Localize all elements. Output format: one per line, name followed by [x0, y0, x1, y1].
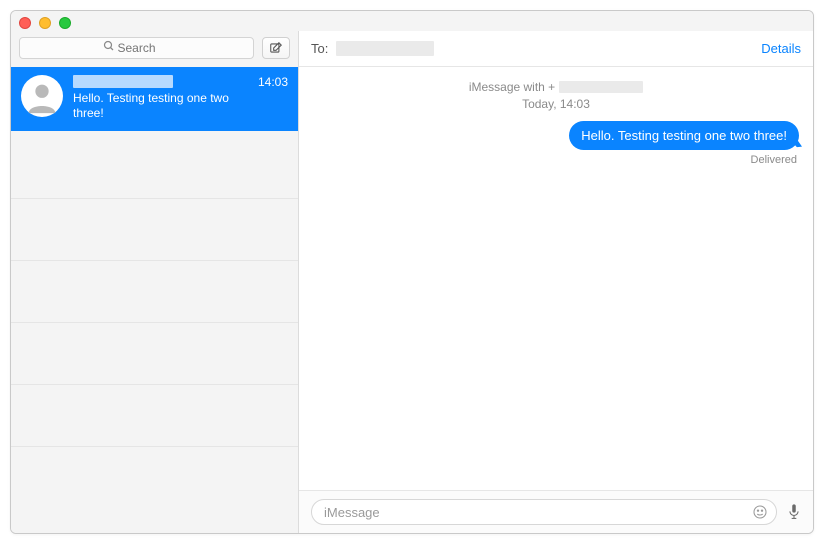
message-field[interactable]: [311, 499, 777, 525]
conversation-preview: Hello. Testing testing one two three!: [73, 91, 253, 121]
details-button[interactable]: Details: [761, 41, 801, 56]
list-item: [11, 137, 298, 199]
emoji-icon[interactable]: [752, 504, 768, 520]
phone-number-redacted: [559, 81, 643, 93]
to-label: To:: [311, 41, 328, 56]
conversation-body: 14:03 Hello. Testing testing one two thr…: [73, 75, 288, 121]
list-item: [11, 385, 298, 447]
window-minimize-button[interactable]: [39, 17, 51, 29]
compose-icon: [269, 41, 283, 55]
recipient-redacted[interactable]: [336, 41, 434, 56]
compose-button[interactable]: [262, 37, 290, 59]
list-item: [11, 199, 298, 261]
search-input[interactable]: [19, 37, 254, 59]
window-titlebar: [11, 11, 813, 31]
to-bar: To: Details: [299, 31, 813, 67]
message-bubble[interactable]: Hello. Testing testing one two three!: [569, 121, 799, 150]
microphone-icon[interactable]: [787, 503, 801, 521]
person-icon: [23, 77, 61, 115]
avatar: [21, 75, 63, 117]
conversation-item[interactable]: 14:03 Hello. Testing testing one two thr…: [11, 67, 298, 131]
messages-window: 14:03 Hello. Testing testing one two thr…: [10, 10, 814, 534]
list-item: [11, 323, 298, 385]
contact-name-redacted: [73, 75, 173, 88]
thread-prefix: iMessage with +: [469, 79, 555, 96]
search-field-wrap: [19, 37, 254, 59]
window-content: 14:03 Hello. Testing testing one two thr…: [11, 31, 813, 533]
conversation-header-row: 14:03: [73, 75, 288, 89]
window-close-button[interactable]: [19, 17, 31, 29]
chat-pane: To: Details iMessage with + Today, 14:03…: [299, 31, 813, 533]
conversation-sidebar: 14:03 Hello. Testing testing one two thr…: [11, 31, 299, 533]
delivery-status: Delivered: [313, 154, 799, 166]
thread-timestamp: Today, 14:03: [313, 96, 799, 113]
chat-scroll-area[interactable]: iMessage with + Today, 14:03 Hello. Test…: [299, 67, 813, 490]
compose-bar: [299, 490, 813, 533]
conversation-time: 14:03: [258, 75, 288, 89]
list-item: [11, 261, 298, 323]
message-input[interactable]: [324, 505, 752, 520]
window-zoom-button[interactable]: [59, 17, 71, 29]
conversation-list: 14:03 Hello. Testing testing one two thr…: [11, 67, 298, 533]
sidebar-toolbar: [11, 31, 298, 67]
message-row-outgoing: Hello. Testing testing one two three!: [313, 121, 799, 150]
thread-header: iMessage with + Today, 14:03: [313, 79, 799, 113]
